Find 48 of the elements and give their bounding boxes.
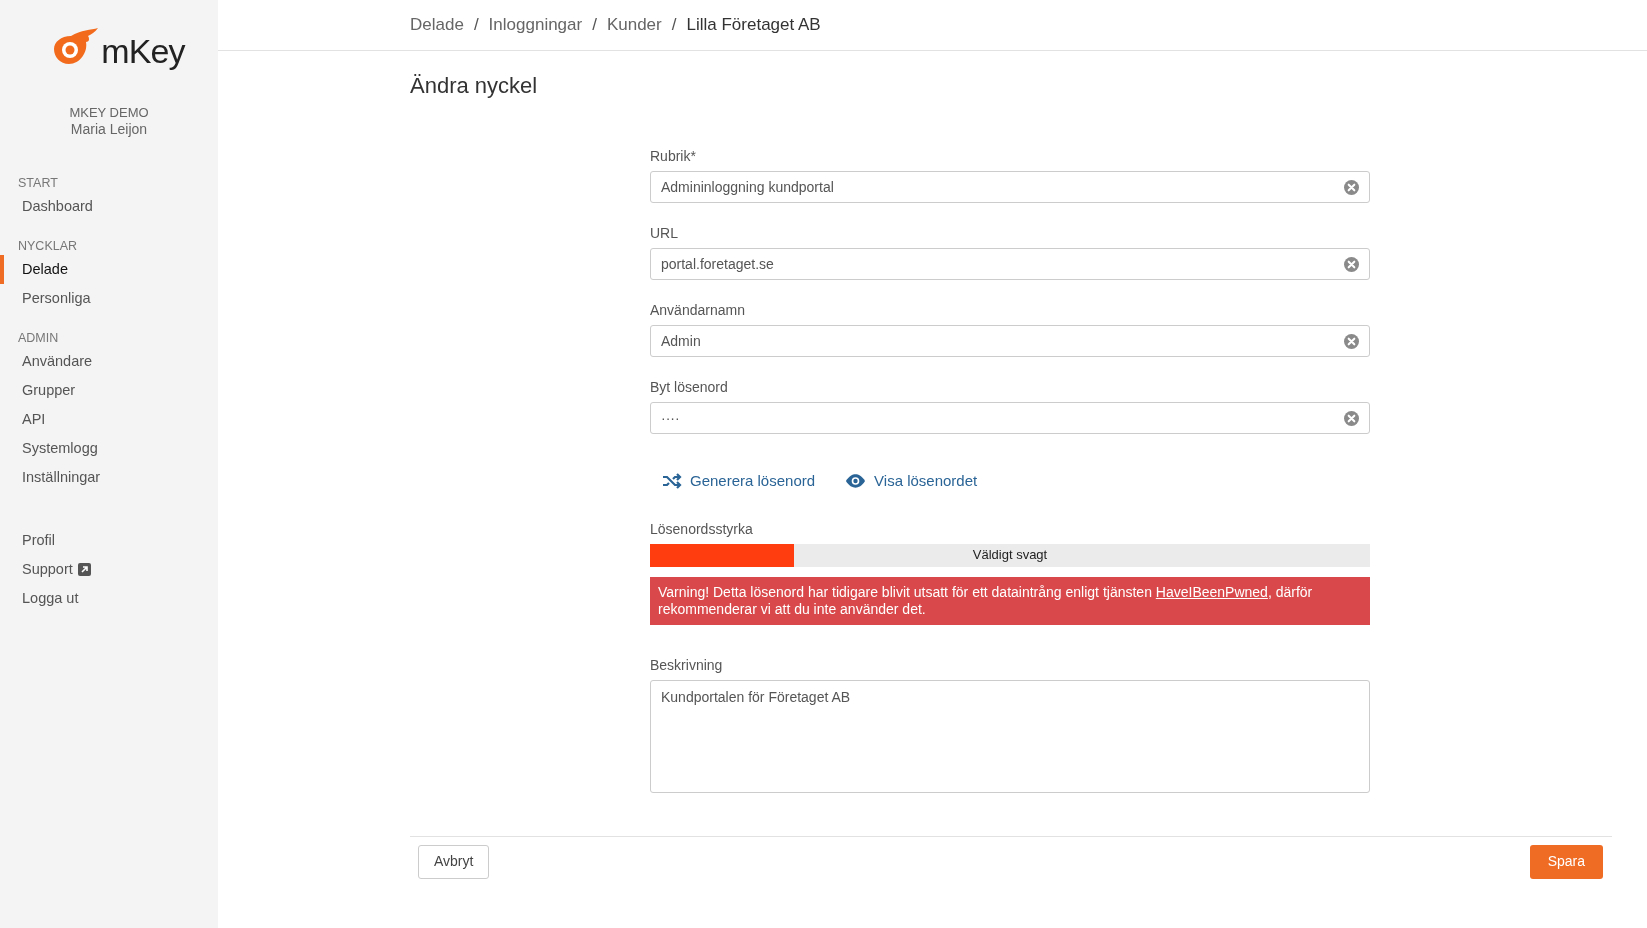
- field-label: URL: [650, 225, 679, 242]
- action-link[interactable]: Visa lösenordet: [845, 470, 978, 493]
- sidebar-item[interactable]: Användare: [0, 347, 218, 376]
- breadcrumb-link[interactable]: Delade: [410, 12, 464, 38]
- input-field[interactable]: Admin: [650, 325, 1370, 357]
- page-title: Ändra nyckel: [410, 72, 539, 100]
- cancel-button[interactable]: Avbryt: [418, 844, 490, 879]
- eye-icon: [845, 474, 867, 489]
- section-heading: ADMIN: [17, 330, 60, 347]
- clear-icon[interactable]: [1344, 256, 1359, 272]
- breadcrumb-separator: /: [473, 14, 479, 37]
- sidebar-item[interactable]: Delade: [0, 255, 218, 284]
- sidebar-item[interactable]: Profil: [0, 526, 218, 555]
- warning-link[interactable]: HaveIBeenPwned: [1155, 583, 1268, 600]
- breadcrumb-link[interactable]: Inloggningar: [488, 12, 583, 38]
- section-heading: NYCKLAR: [17, 238, 79, 255]
- sidebar-item[interactable]: Logga ut: [0, 584, 218, 613]
- sidebar-item[interactable]: Personliga: [0, 284, 218, 313]
- clear-icon[interactable]: [1344, 179, 1359, 195]
- clear-icon[interactable]: [1344, 410, 1359, 426]
- input-field[interactable]: ····: [650, 402, 1370, 434]
- description-field[interactable]: Kundportalen för Företaget AB: [650, 679, 1370, 793]
- logo-text: mKey: [101, 34, 185, 68]
- breadcrumb-separator: /: [671, 14, 677, 37]
- shuffle-icon: [662, 473, 682, 490]
- sidebar-item[interactable]: Inställningar: [0, 463, 218, 492]
- field-label: Lösenordsstyrka: [650, 520, 754, 538]
- clear-icon[interactable]: [1344, 333, 1359, 349]
- warning-message: Varning! Detta lösenord har tidigare blivit utsatt för ett dataintrång enligt tjänsten HaveIBeenPwned, därför rekommenderar vi att du inte använder det.: [650, 576, 1370, 625]
- organization-name: MKEY DEMO: [69, 104, 149, 121]
- breadcrumb-separator: /: [592, 14, 597, 37]
- user-name: Maria Leijon: [70, 121, 148, 138]
- field-label: Byt lösenord: [650, 379, 729, 396]
- section-heading: START: [17, 175, 59, 192]
- sidebar-item[interactable]: Systemlogg: [0, 434, 218, 463]
- breadcrumb-link[interactable]: Lilla Företaget AB: [686, 12, 821, 38]
- sidebar-item[interactable]: API: [0, 405, 218, 434]
- field-label: Rubrik*: [650, 148, 697, 165]
- field-label: Användarnamn: [650, 302, 746, 319]
- field-label: Beskrivning: [650, 656, 724, 674]
- sidebar-item[interactable]: Dashboard: [0, 192, 218, 221]
- input-field[interactable]: Admininloggning kundportal: [650, 171, 1370, 203]
- action-link[interactable]: Generera lösenord: [662, 470, 816, 493]
- sidebar-item[interactable]: Grupper: [0, 376, 218, 405]
- sidebar-item[interactable]: Support: [0, 555, 218, 584]
- breadcrumb-link[interactable]: Kunder: [606, 12, 662, 38]
- strength-reading: Väldigt svagt: [972, 546, 1048, 565]
- input-field[interactable]: portal.foretaget.se: [650, 248, 1370, 280]
